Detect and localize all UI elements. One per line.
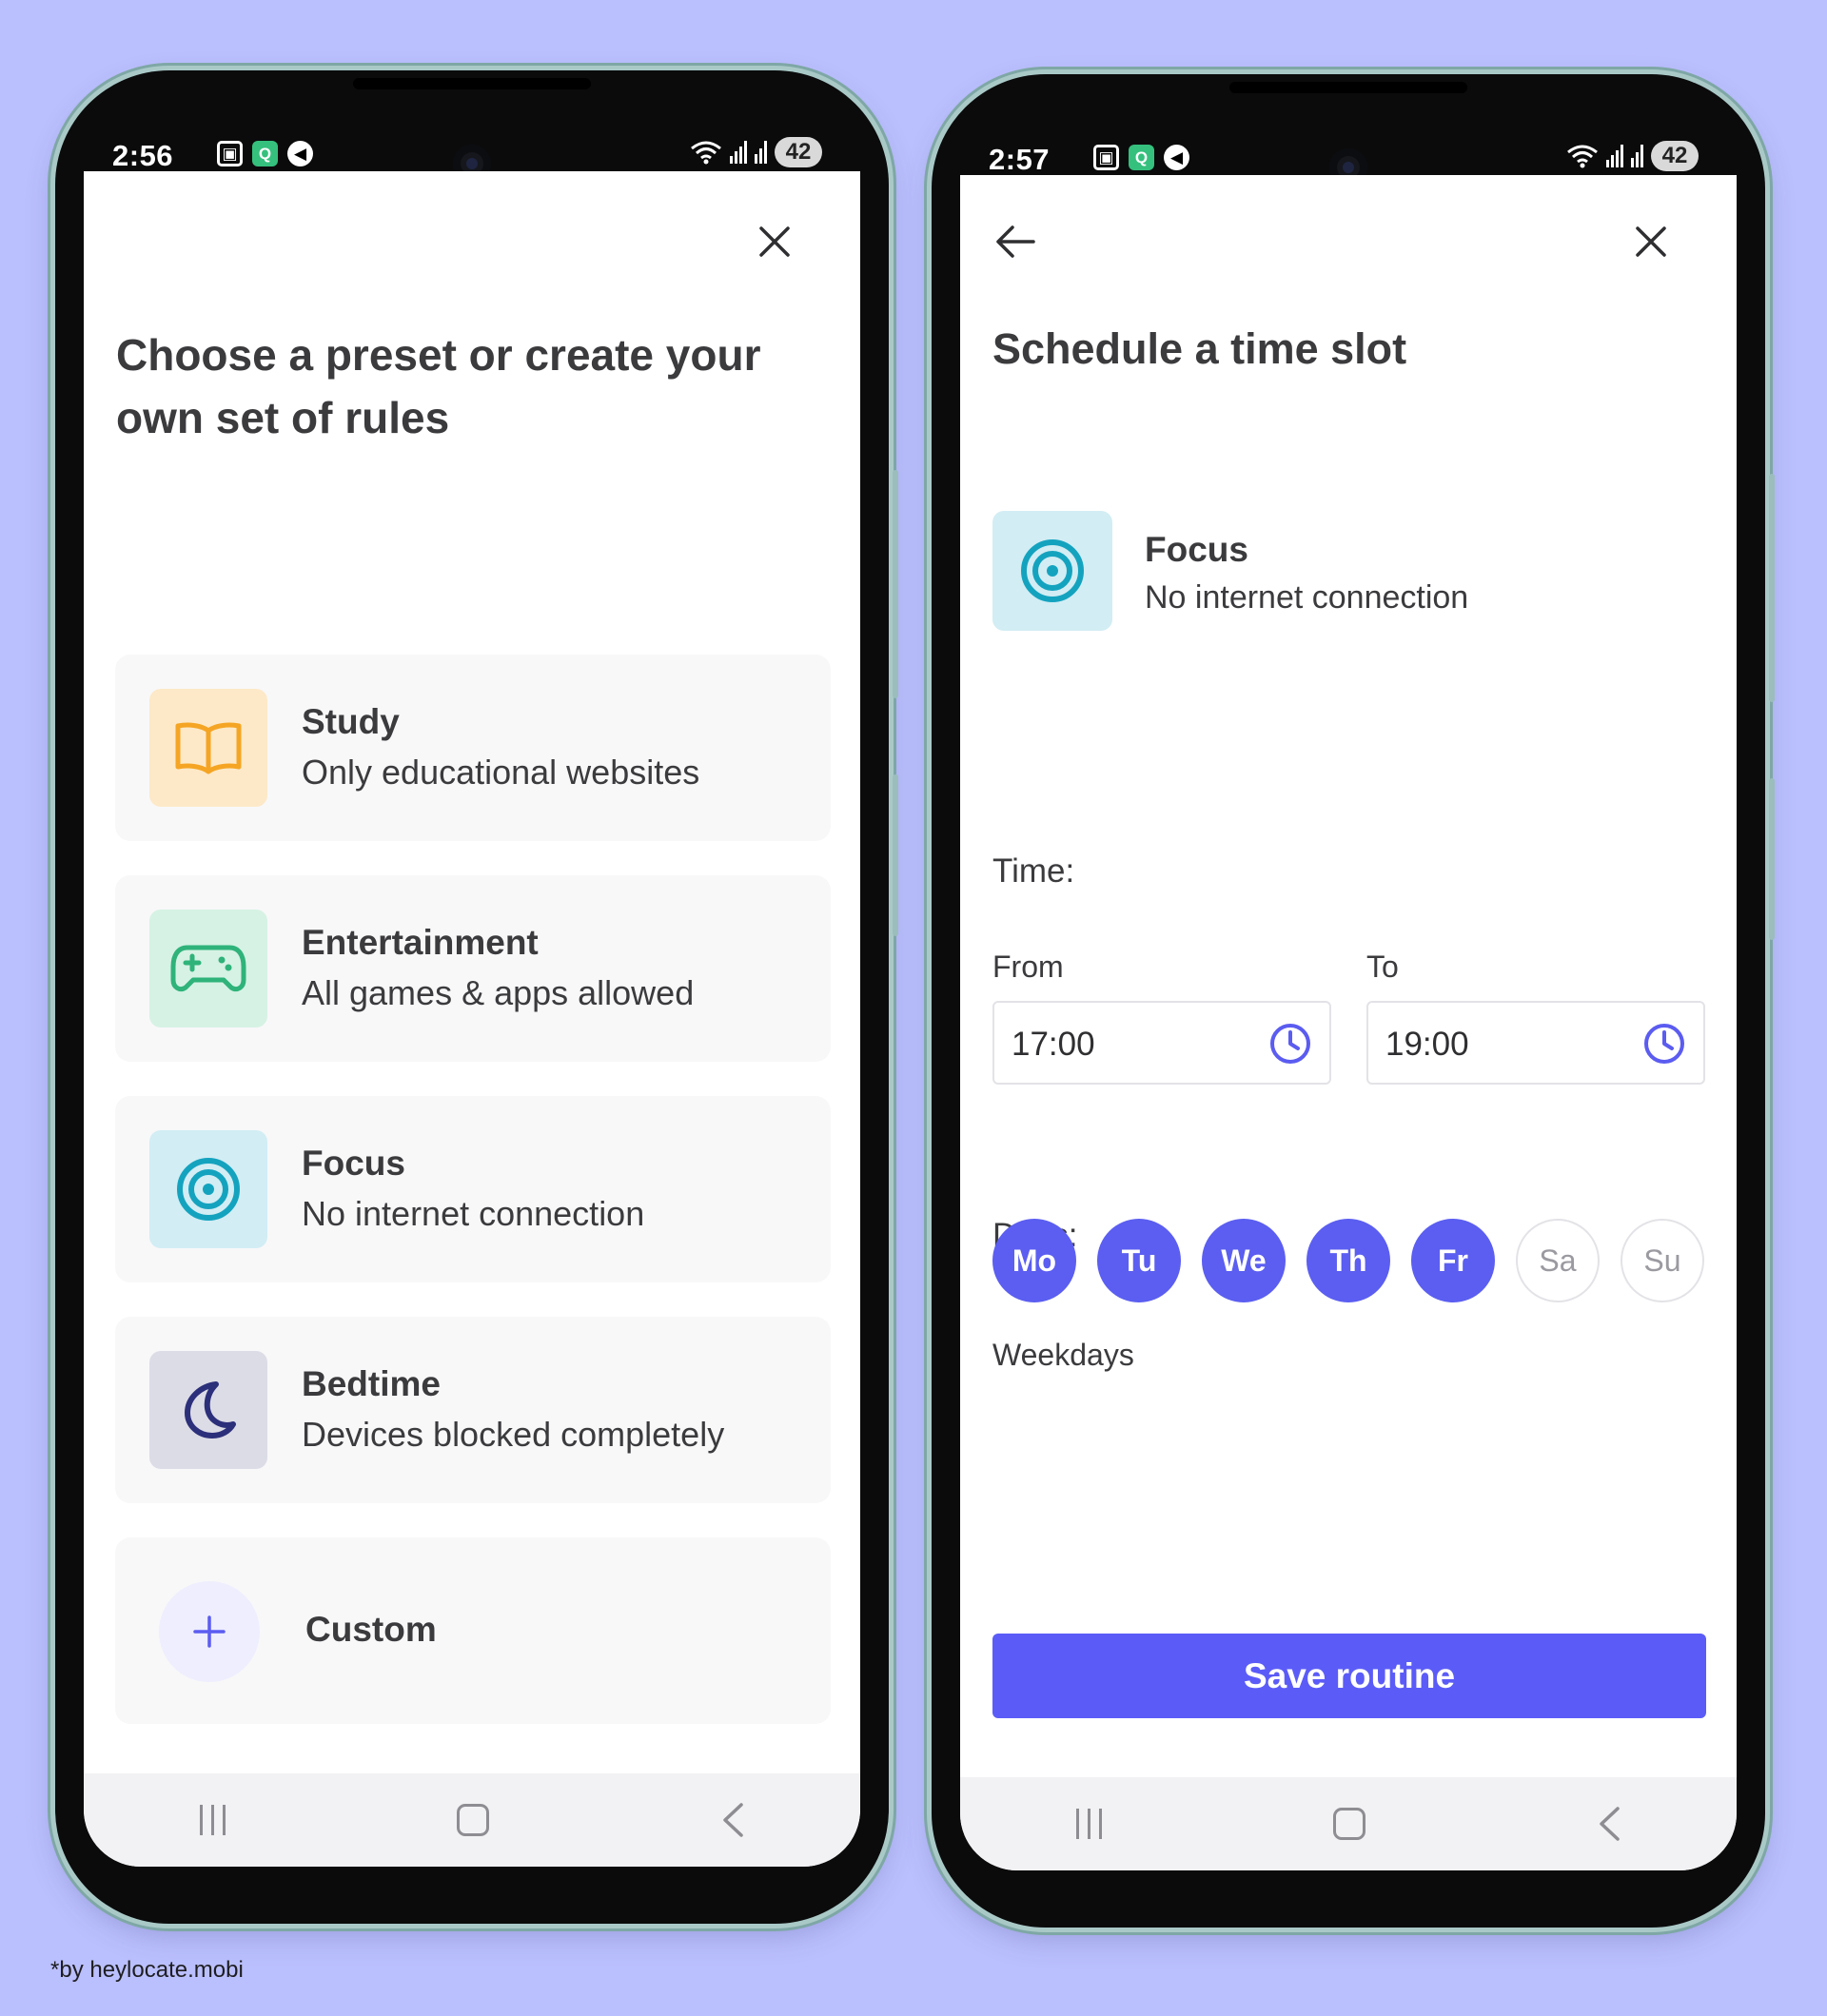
preset-title: Focus <box>302 1144 405 1183</box>
moon-icon <box>149 1351 267 1469</box>
custom-label: Custom <box>305 1610 437 1649</box>
status-time: 2:57 <box>989 143 1051 176</box>
arrow-left-icon <box>996 225 1035 258</box>
preset-title: Entertainment <box>302 923 539 962</box>
preset-subtitle: All games & apps allowed <box>302 973 695 1012</box>
target-icon <box>992 511 1112 631</box>
days-caption: Weekdays <box>992 1338 1134 1372</box>
day-thursday[interactable]: Th <box>1306 1219 1390 1302</box>
preset-entertainment[interactable]: Entertainment All games & apps allowed <box>115 875 831 1062</box>
home-button[interactable] <box>457 1804 490 1836</box>
screen-schedule: Schedule a time slot Focus No internet c… <box>960 175 1737 1870</box>
preset-study[interactable]: Study Only educational websites <box>115 655 831 841</box>
chevron-left-icon <box>1600 1807 1620 1841</box>
book-icon <box>149 689 267 807</box>
credit-text: *by heylocate.mobi <box>50 1957 244 1983</box>
preset-subtitle: Only educational websites <box>302 753 700 792</box>
screenshot-icon: ▣ <box>1093 145 1119 170</box>
from-label: From <box>992 949 1064 984</box>
back-button[interactable] <box>987 213 1044 270</box>
preset-title: Bedtime <box>302 1364 441 1403</box>
page-title: Schedule a time slot <box>992 324 1407 373</box>
signal-2-icon <box>755 141 767 164</box>
power-button <box>1769 778 1775 940</box>
signal-2-icon <box>1631 145 1643 167</box>
day-wednesday[interactable]: We <box>1202 1219 1286 1302</box>
from-time-field[interactable]: 17:00 <box>992 1001 1331 1085</box>
close-icon <box>1636 226 1666 257</box>
selected-preset-title: Focus <box>1145 530 1248 569</box>
recent-apps-button[interactable] <box>199 1805 226 1835</box>
day-friday[interactable]: Fr <box>1411 1219 1495 1302</box>
home-button[interactable] <box>1333 1808 1366 1840</box>
clock-icon <box>1270 1024 1310 1064</box>
app-notification-icon: Q <box>252 141 278 166</box>
back-nav-button[interactable] <box>721 1802 744 1838</box>
day-selector: Mo Tu We Th Fr Sa Su <box>992 1219 1704 1302</box>
phone-speaker <box>1229 82 1467 93</box>
preset-subtitle: Devices blocked completely <box>302 1415 725 1454</box>
volume-button <box>893 470 898 698</box>
close-button[interactable] <box>752 219 797 264</box>
chevron-left-icon <box>723 1803 743 1837</box>
day-sunday[interactable]: Su <box>1621 1219 1704 1302</box>
screen-presets: Choose a preset or create your own set o… <box>84 171 860 1867</box>
app-notification-icon: Q <box>1129 145 1154 170</box>
preset-bedtime[interactable]: Bedtime Devices blocked completely <box>115 1317 831 1503</box>
battery-icon: 42 <box>775 137 822 167</box>
cast-icon: ◀ <box>1164 145 1189 170</box>
preset-custom[interactable]: Custom <box>115 1537 831 1724</box>
day-saturday[interactable]: Sa <box>1516 1219 1600 1302</box>
preset-focus[interactable]: Focus No internet connection <box>115 1096 831 1282</box>
to-label: To <box>1366 949 1399 984</box>
to-time-value: 19:00 <box>1385 1026 1469 1063</box>
wifi-icon <box>1567 145 1598 168</box>
battery-icon: 42 <box>1651 141 1699 171</box>
target-icon <box>149 1130 267 1248</box>
gamepad-icon <box>149 910 267 1028</box>
status-time: 2:56 <box>112 139 174 172</box>
phone-left: 2:56 ▣ Q ◀ 42 Choose a preset or create … <box>55 70 898 1924</box>
page-title: Choose a preset or create your own set o… <box>116 330 761 442</box>
power-button <box>893 774 898 936</box>
volume-button <box>1769 474 1775 702</box>
save-routine-button[interactable]: Save routine <box>992 1634 1706 1718</box>
close-button[interactable] <box>1628 219 1674 264</box>
time-label: Time: <box>992 852 1075 890</box>
phone-speaker <box>353 78 591 89</box>
day-monday[interactable]: Mo <box>992 1219 1076 1302</box>
preset-subtitle: No internet connection <box>302 1194 645 1233</box>
cast-icon: ◀ <box>287 141 313 166</box>
from-time-value: 17:00 <box>1012 1026 1095 1063</box>
preset-title: Study <box>302 702 400 741</box>
selected-preset-subtitle: No internet connection <box>1145 579 1469 616</box>
recent-apps-button[interactable] <box>1075 1809 1102 1839</box>
day-tuesday[interactable]: Tu <box>1097 1219 1181 1302</box>
back-nav-button[interactable] <box>1598 1806 1621 1842</box>
signal-icon <box>1606 145 1623 167</box>
close-icon <box>759 226 790 257</box>
screenshot-icon: ▣ <box>217 141 243 166</box>
system-nav-bar <box>960 1777 1737 1870</box>
signal-icon <box>730 141 747 164</box>
phone-right: 2:57 ▣ Q ◀ 42 Schedule a time slot Focus… <box>932 74 1775 1928</box>
to-time-field[interactable]: 19:00 <box>1366 1001 1705 1085</box>
clock-icon <box>1644 1024 1684 1064</box>
wifi-icon <box>691 141 721 165</box>
system-nav-bar <box>84 1773 860 1867</box>
plus-icon <box>159 1581 260 1682</box>
